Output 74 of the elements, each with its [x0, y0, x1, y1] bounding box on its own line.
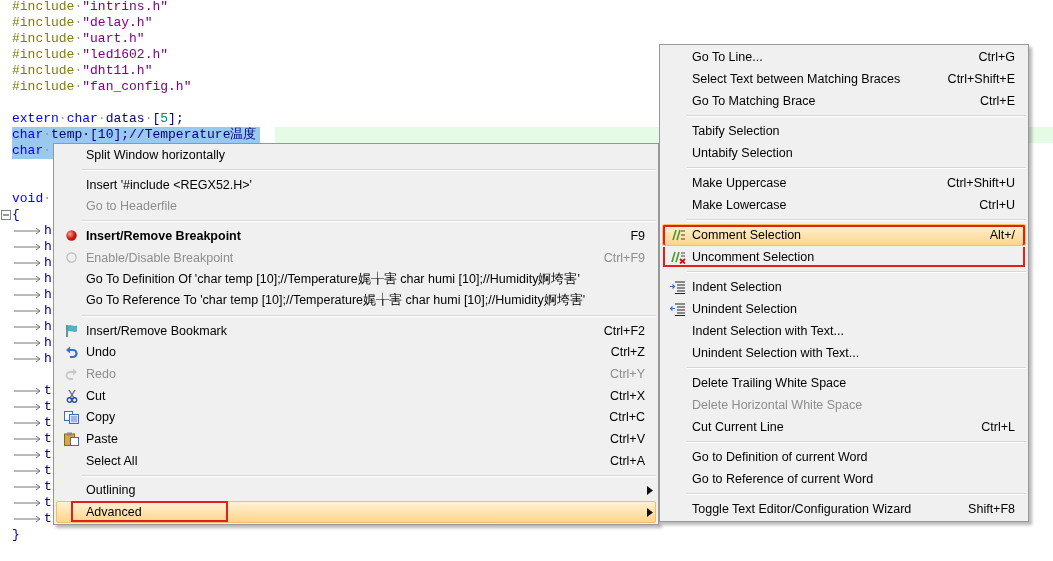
code-line: h — [12, 287, 52, 303]
code-line: { — [12, 207, 20, 223]
clipboard-icon — [64, 432, 79, 447]
code-line: #include·"uart.h" — [12, 31, 145, 47]
menu-item[interactable]: Untabify Selection — [662, 142, 1026, 164]
code-line: #include·"intrins.h" — [12, 0, 169, 15]
scissors-icon — [65, 388, 78, 403]
redo-icon — [65, 367, 78, 381]
code-line: h — [12, 335, 52, 351]
undo-icon — [65, 345, 78, 359]
code-line: h — [12, 319, 52, 335]
breakpoint-icon — [66, 230, 77, 242]
menu-item[interactable]: Select Text between Matching Braces Ctrl+Shift+E — [662, 68, 1026, 90]
menu-item[interactable]: Split Window horizontally — [56, 144, 656, 166]
menu-item[interactable]: Go to Reference of current Word — [662, 468, 1026, 490]
indent-icon — [669, 280, 686, 294]
menu-item[interactable]: Go To Matching Brace Ctrl+E — [662, 90, 1026, 112]
menu-item[interactable]: Delete Trailing White Space — [662, 372, 1026, 394]
comment-icon — [669, 229, 686, 241]
menu-item[interactable]: Go To Definition Of 'char temp [10];//Temperature娓╁害 char humi [10];//Humidity婀垮害' — [56, 268, 656, 291]
menu-item[interactable]: Go To Reference To 'char temp [10];//Temperature娓╁害 char humi [10];//Humidity婀垮害' — [56, 290, 656, 312]
menu-item[interactable]: Cut Ctrl+X — [56, 384, 656, 407]
code-line: t — [12, 479, 52, 495]
code-line: #include·"fan_config.h" — [12, 79, 192, 95]
code-line: h — [12, 255, 52, 271]
flag-icon — [64, 323, 79, 338]
menu-item[interactable]: Copy Ctrl+C — [56, 406, 656, 429]
menu-item[interactable]: Uncomment Selection — [662, 246, 1026, 268]
menu-item[interactable]: Insert '#include <REGX52.H>' — [56, 173, 656, 196]
menu-item[interactable]: Paste Ctrl+V — [56, 428, 656, 450]
menu-item[interactable]: Outlining — [56, 479, 656, 502]
code-line: t — [12, 431, 52, 447]
copy-icon — [64, 410, 79, 424]
menu-item[interactable]: Select All Ctrl+A — [56, 449, 656, 472]
menu-item[interactable]: Cut Current Line Ctrl+L — [662, 416, 1026, 438]
menu-item[interactable]: Comment Selection Alt+/ — [662, 224, 1026, 246]
code-line: h — [12, 303, 52, 319]
menu-item[interactable]: Unindent Selection with Text... — [662, 342, 1026, 364]
code-line: t — [12, 511, 52, 527]
code-line: #include·"led1602.h" — [12, 47, 169, 63]
menu-item[interactable]: Unindent Selection — [662, 298, 1026, 320]
breakpoint-icon — [66, 252, 77, 264]
code-line: extern·char·datas·[5]; — [12, 111, 184, 127]
menu-item[interactable]: Insert/Remove Breakpoint F9 — [56, 225, 656, 247]
fold-marker-icon[interactable] — [1, 210, 11, 220]
code-line: #include·"dht11.h" — [12, 63, 153, 79]
code-line: h — [12, 223, 52, 239]
code-line: h — [12, 239, 52, 255]
menu-item[interactable]: Go To Line... Ctrl+G — [662, 46, 1026, 68]
submenu-arrow-icon — [647, 507, 653, 517]
submenu-arrow-icon — [647, 485, 653, 495]
menu-item[interactable]: Toggle Text Editor/Configuration Wizard Shift+F8 — [662, 498, 1026, 520]
menu-item[interactable]: Indent Selection — [662, 276, 1026, 298]
menu-item[interactable]: Make Uppercase Ctrl+Shift+U — [662, 172, 1026, 194]
code-line: t — [12, 463, 52, 479]
menu-item[interactable]: Advanced — [56, 501, 656, 523]
code-line: #include·"delay.h" — [12, 15, 153, 31]
menu-item[interactable]: Make Lowercase Ctrl+U — [662, 194, 1026, 216]
code-line: t — [12, 383, 52, 399]
code-line: t — [12, 399, 52, 415]
code-line: t — [12, 415, 52, 431]
code-line: h — [12, 271, 52, 287]
unindent-icon — [669, 302, 686, 316]
menu-item[interactable]: Undo Ctrl+Z — [56, 341, 656, 364]
menu-item[interactable]: Indent Selection with Text... — [662, 320, 1026, 342]
code-line: } — [12, 527, 20, 543]
menu-item[interactable]: Go to Definition of current Word — [662, 446, 1026, 468]
code-line: h — [12, 351, 52, 367]
code-line: t — [12, 447, 52, 463]
code-line: void· — [12, 191, 52, 207]
uncomment-icon — [669, 250, 686, 264]
menu-item[interactable]: Insert/Remove Bookmark Ctrl+F2 — [56, 319, 656, 342]
menu-item[interactable]: Tabify Selection — [662, 120, 1026, 142]
code-line: t — [12, 495, 52, 511]
